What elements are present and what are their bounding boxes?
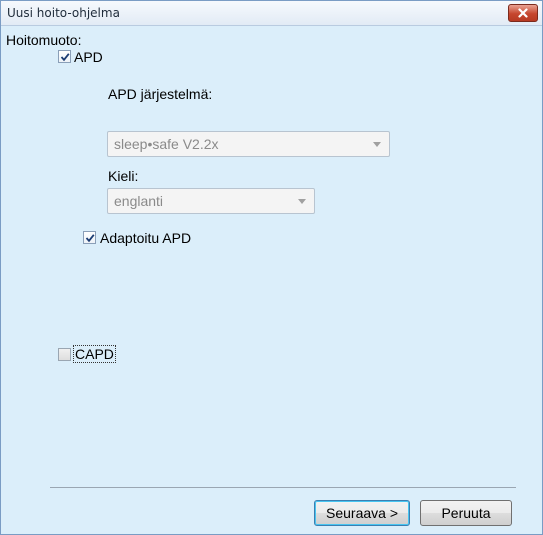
window-title: Uusi hoito-ohjelma (7, 6, 120, 20)
capd-label[interactable]: CAPD (73, 345, 116, 363)
capd-checkbox[interactable] (58, 348, 71, 361)
dialog-window: Uusi hoito-ohjelma Hoitomuoto: APD APD j… (0, 0, 543, 535)
language-label: Kieli: (108, 168, 139, 184)
close-icon (518, 8, 528, 18)
apd-system-label: APD järjestelmä: (108, 86, 213, 102)
chevron-down-icon (373, 142, 381, 147)
title-bar: Uusi hoito-ohjelma (1, 1, 542, 26)
check-icon (85, 233, 95, 242)
apd-checkbox[interactable] (58, 50, 71, 63)
close-button[interactable] (508, 4, 538, 22)
adapted-apd-label[interactable]: Adaptoitu APD (100, 230, 191, 246)
language-select[interactable]: englanti (107, 188, 315, 214)
footer-divider (50, 487, 516, 488)
section-label: Hoitomuoto: (6, 32, 82, 48)
apd-system-value: sleep•safe V2.2x (114, 136, 219, 152)
language-value: englanti (114, 193, 164, 209)
apd-system-select[interactable]: sleep•safe V2.2x (107, 131, 390, 157)
chevron-down-icon (298, 199, 306, 204)
cancel-button[interactable]: Peruuta (420, 500, 512, 526)
next-button[interactable]: Seuraava > (314, 500, 410, 526)
adapted-apd-checkbox[interactable] (83, 231, 96, 244)
dialog-content: Hoitomuoto: APD APD järjestelmä: sleep•s… (1, 27, 542, 535)
apd-label[interactable]: APD (74, 49, 103, 65)
check-icon (60, 52, 70, 61)
